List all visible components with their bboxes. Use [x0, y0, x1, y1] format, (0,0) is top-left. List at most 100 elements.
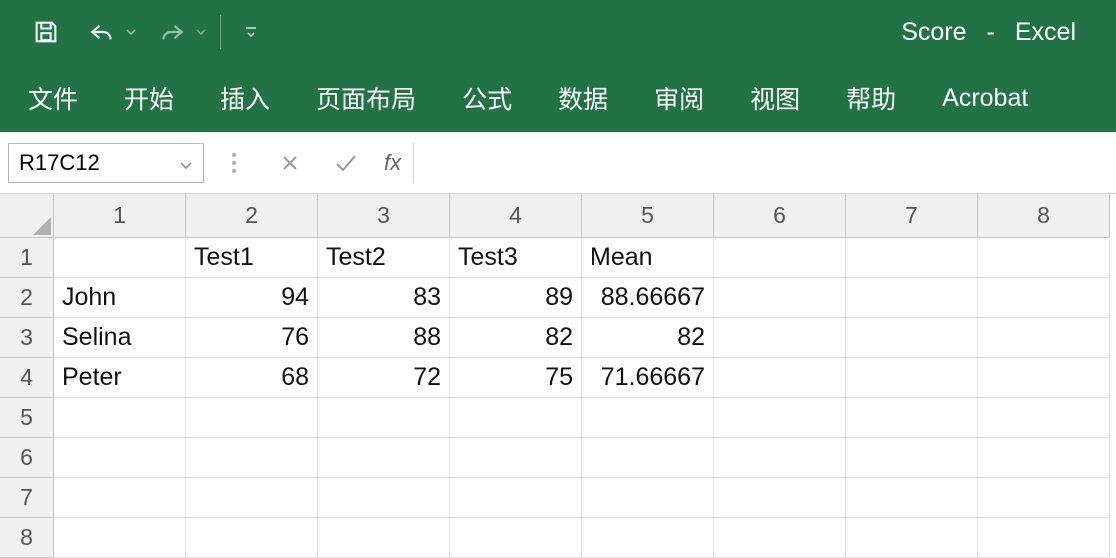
- tab-help[interactable]: 帮助: [846, 80, 896, 116]
- tab-formulas[interactable]: 公式: [462, 80, 512, 116]
- cell[interactable]: [582, 438, 714, 478]
- undo-button[interactable]: [82, 8, 122, 56]
- cell[interactable]: 88.66667: [582, 278, 714, 318]
- cell[interactable]: 82: [582, 318, 714, 358]
- column-header[interactable]: 6: [714, 194, 846, 238]
- name-box-dropdown[interactable]: [179, 150, 193, 176]
- column-header[interactable]: 2: [186, 194, 318, 238]
- cell[interactable]: [978, 518, 1110, 558]
- cell[interactable]: [450, 398, 582, 438]
- tab-data[interactable]: 数据: [558, 80, 608, 116]
- name-box[interactable]: R17C12: [8, 143, 204, 183]
- cell[interactable]: [978, 438, 1110, 478]
- cell[interactable]: 72: [318, 358, 450, 398]
- tab-review[interactable]: 审阅: [654, 80, 704, 116]
- cell[interactable]: 71.66667: [582, 358, 714, 398]
- cell[interactable]: 89: [450, 278, 582, 318]
- cell[interactable]: [186, 478, 318, 518]
- tab-file[interactable]: 文件: [28, 80, 78, 116]
- cell[interactable]: [450, 518, 582, 558]
- cell[interactable]: [714, 398, 846, 438]
- cell[interactable]: [714, 478, 846, 518]
- tab-acrobat[interactable]: Acrobat: [942, 84, 1028, 113]
- tab-view[interactable]: 视图: [750, 80, 800, 116]
- tab-home[interactable]: 开始: [124, 80, 174, 116]
- cell[interactable]: [978, 278, 1110, 318]
- column-header[interactable]: 5: [582, 194, 714, 238]
- cell[interactable]: Test3: [450, 238, 582, 278]
- cell[interactable]: Selina: [54, 318, 186, 358]
- confirm-formula-button[interactable]: [320, 143, 372, 183]
- cell[interactable]: 88: [318, 318, 450, 358]
- cell[interactable]: [54, 398, 186, 438]
- cell[interactable]: [714, 518, 846, 558]
- cell[interactable]: [318, 518, 450, 558]
- cell[interactable]: [54, 438, 186, 478]
- cell[interactable]: [582, 518, 714, 558]
- column-header[interactable]: 4: [450, 194, 582, 238]
- cell[interactable]: [846, 438, 978, 478]
- column-header[interactable]: 8: [978, 194, 1110, 238]
- cell[interactable]: [846, 278, 978, 318]
- cell[interactable]: [846, 318, 978, 358]
- fx-label[interactable]: fx: [376, 150, 409, 176]
- cell[interactable]: [582, 398, 714, 438]
- cell[interactable]: [318, 398, 450, 438]
- cell[interactable]: [54, 518, 186, 558]
- row-header[interactable]: 2: [0, 278, 54, 318]
- cell[interactable]: [714, 358, 846, 398]
- row-header[interactable]: 4: [0, 358, 54, 398]
- cell[interactable]: [978, 238, 1110, 278]
- tab-insert[interactable]: 插入: [220, 80, 270, 116]
- cell[interactable]: [846, 478, 978, 518]
- undo-dropdown[interactable]: [122, 8, 140, 56]
- cell[interactable]: [846, 398, 978, 438]
- row-header[interactable]: 5: [0, 398, 54, 438]
- formula-input[interactable]: [413, 143, 1108, 183]
- cell[interactable]: Test1: [186, 238, 318, 278]
- cell[interactable]: 83: [318, 278, 450, 318]
- cell[interactable]: 82: [450, 318, 582, 358]
- cell[interactable]: 75: [450, 358, 582, 398]
- cell[interactable]: 76: [186, 318, 318, 358]
- cell[interactable]: [978, 478, 1110, 518]
- cell[interactable]: [450, 478, 582, 518]
- cell[interactable]: [846, 518, 978, 558]
- cell[interactable]: [978, 318, 1110, 358]
- cell[interactable]: 68: [186, 358, 318, 398]
- row-header[interactable]: 1: [0, 238, 54, 278]
- row-header[interactable]: 8: [0, 518, 54, 558]
- cell[interactable]: 94: [186, 278, 318, 318]
- cell[interactable]: [318, 438, 450, 478]
- cell[interactable]: [186, 438, 318, 478]
- cell[interactable]: [978, 398, 1110, 438]
- cell[interactable]: Test2: [318, 238, 450, 278]
- formula-options-button[interactable]: [208, 143, 260, 183]
- column-header[interactable]: 3: [318, 194, 450, 238]
- cell[interactable]: [714, 318, 846, 358]
- cell[interactable]: John: [54, 278, 186, 318]
- select-all-corner[interactable]: [0, 194, 54, 238]
- column-header[interactable]: 7: [846, 194, 978, 238]
- redo-dropdown[interactable]: [192, 8, 210, 56]
- cell[interactable]: [846, 238, 978, 278]
- row-header[interactable]: 6: [0, 438, 54, 478]
- cell[interactable]: [54, 478, 186, 518]
- cell[interactable]: Mean: [582, 238, 714, 278]
- redo-button[interactable]: [152, 8, 192, 56]
- cell[interactable]: [582, 478, 714, 518]
- cell[interactable]: [714, 278, 846, 318]
- save-button[interactable]: [22, 8, 70, 56]
- row-header[interactable]: 3: [0, 318, 54, 358]
- cell[interactable]: [186, 518, 318, 558]
- cell[interactable]: Peter: [54, 358, 186, 398]
- cell[interactable]: [714, 438, 846, 478]
- cell[interactable]: [54, 238, 186, 278]
- cell[interactable]: [318, 478, 450, 518]
- cell[interactable]: [186, 398, 318, 438]
- column-header[interactable]: 1: [54, 194, 186, 238]
- row-header[interactable]: 7: [0, 478, 54, 518]
- cell[interactable]: [846, 358, 978, 398]
- tab-page-layout[interactable]: 页面布局: [316, 80, 416, 116]
- cell[interactable]: [978, 358, 1110, 398]
